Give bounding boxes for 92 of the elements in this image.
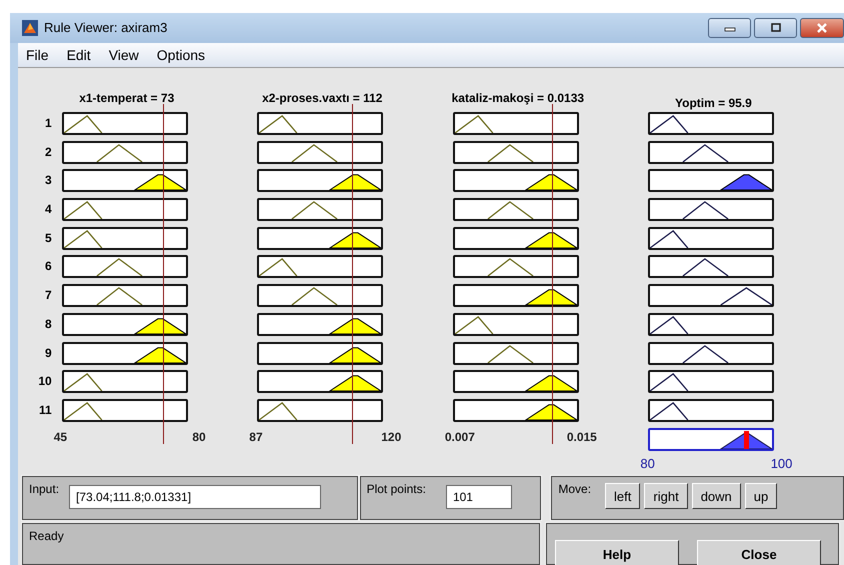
axis-max-label: 100 xyxy=(770,456,792,472)
axis-min-label: 0.007 xyxy=(444,430,475,444)
rule-plot[interactable] xyxy=(257,198,384,222)
axis-max-label: 120 xyxy=(381,430,402,444)
move-button[interactable]: up xyxy=(744,483,778,509)
rule-plot[interactable] xyxy=(62,198,188,222)
rule-plot[interactable] xyxy=(452,226,579,250)
rule-plot[interactable] xyxy=(452,112,579,135)
rule-plot[interactable] xyxy=(648,398,774,422)
variable-label: Yoptim = 95.9 xyxy=(674,95,753,112)
rule-plot[interactable] xyxy=(257,140,384,164)
move-label: Move: xyxy=(558,482,592,496)
plot-points-field[interactable]: 101 xyxy=(446,485,512,509)
variable-label: x2-proses.vaxtı = 112 xyxy=(261,90,384,107)
rule-number: 9 xyxy=(45,344,52,362)
rule-plot[interactable] xyxy=(452,255,579,278)
dialog-button[interactable]: Help xyxy=(555,540,679,565)
axis-min-label: 87 xyxy=(249,430,263,444)
rule-plot[interactable] xyxy=(452,312,579,336)
close-button[interactable] xyxy=(800,18,844,38)
rule-plot[interactable] xyxy=(62,112,188,135)
output-value-marker[interactable] xyxy=(744,430,750,449)
rule-plot[interactable] xyxy=(62,342,188,364)
rule-plot[interactable] xyxy=(257,112,384,135)
rule-plot[interactable] xyxy=(452,169,579,192)
input-label: Input: xyxy=(29,482,60,496)
menu-item[interactable]: Options xyxy=(148,46,216,63)
rule-plot[interactable] xyxy=(257,284,384,308)
rule-plot[interactable] xyxy=(257,312,384,336)
rule-plot[interactable] xyxy=(648,112,774,135)
rule-plot[interactable] xyxy=(648,198,774,222)
rule-number: 10 xyxy=(38,373,52,390)
window-title: Rule Viewer: axiram3 xyxy=(44,20,168,36)
rule-number: 2 xyxy=(45,144,52,161)
input-field[interactable]: [73.04;111.8;0.01331] xyxy=(69,485,322,509)
axis-min-label: 45 xyxy=(54,430,68,444)
rule-plot[interactable] xyxy=(62,284,188,308)
rule-plot[interactable] xyxy=(648,226,774,250)
axis-max-label: 80 xyxy=(192,430,206,444)
input-cursor-line[interactable] xyxy=(162,104,164,444)
rule-plot[interactable] xyxy=(62,140,188,164)
rule-plot[interactable] xyxy=(648,140,774,164)
rule-plot[interactable] xyxy=(648,284,774,308)
rule-number: 6 xyxy=(45,258,52,276)
rule-number: 3 xyxy=(45,172,52,190)
variable-label: x1-temperat = 73 xyxy=(78,90,176,107)
rule-plot[interactable] xyxy=(452,140,579,164)
rule-plot[interactable] xyxy=(452,342,579,364)
rule-number: 8 xyxy=(45,316,52,333)
rule-plot[interactable] xyxy=(62,312,188,336)
move-button[interactable]: down xyxy=(692,483,741,509)
rule-plot[interactable] xyxy=(62,398,188,422)
move-button[interactable]: right xyxy=(644,483,688,509)
rule-plot[interactable] xyxy=(257,370,384,394)
rule-plot[interactable] xyxy=(452,370,579,394)
rule-plot[interactable] xyxy=(648,255,774,278)
rule-plot[interactable] xyxy=(452,284,579,308)
rule-plot[interactable] xyxy=(257,255,384,278)
variable-label: kataliz-makoşi = 0.0133 xyxy=(450,90,586,107)
rule-plot[interactable] xyxy=(257,398,384,422)
menu-item[interactable]: Edit xyxy=(58,46,101,63)
rule-number: 5 xyxy=(45,230,52,247)
rule-plot[interactable] xyxy=(648,370,774,394)
app-icon xyxy=(22,20,38,36)
rule-number: 4 xyxy=(45,201,52,218)
axis-min-label: 80 xyxy=(640,456,655,472)
rule-number: 1 xyxy=(45,115,52,132)
minimize-button[interactable] xyxy=(708,18,751,38)
maximize-button[interactable] xyxy=(754,18,797,38)
rule-plot[interactable] xyxy=(452,198,579,222)
rule-plot[interactable] xyxy=(648,312,774,336)
plot-points-label: Plot points: xyxy=(366,482,426,496)
rule-plot[interactable] xyxy=(257,226,384,250)
move-button[interactable]: left xyxy=(605,483,640,509)
rule-plot[interactable] xyxy=(62,255,188,278)
axis-max-label: 0.015 xyxy=(566,430,597,444)
dialog-button[interactable]: Close xyxy=(697,540,821,565)
status-text: Ready xyxy=(29,529,64,543)
rule-plot[interactable] xyxy=(648,169,774,192)
input-cursor-line[interactable] xyxy=(352,104,354,444)
rule-number: 11 xyxy=(39,402,52,419)
input-cursor-line[interactable] xyxy=(552,104,554,444)
rule-plot[interactable] xyxy=(62,226,188,250)
rule-plot[interactable] xyxy=(62,370,188,394)
menu-item[interactable]: View xyxy=(100,46,149,63)
menu-item[interactable]: File xyxy=(18,46,59,63)
rule-plot[interactable] xyxy=(62,169,188,192)
rule-plot[interactable] xyxy=(452,398,579,422)
rule-plot[interactable] xyxy=(257,169,384,192)
rule-plot[interactable] xyxy=(648,342,774,364)
rule-plot[interactable] xyxy=(257,342,384,364)
rule-number: 7 xyxy=(45,287,52,304)
